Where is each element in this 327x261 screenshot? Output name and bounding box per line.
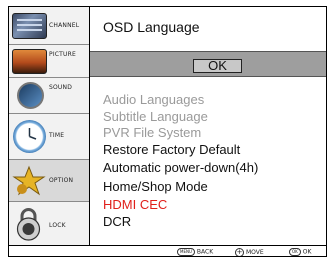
menu-item-dcr[interactable]: DCR (103, 214, 131, 229)
sidebar-item-channel[interactable]: CHANNEL (9, 7, 89, 45)
sound-icon (17, 82, 44, 109)
sidebar-item-label: CHANNEL (49, 22, 80, 29)
ok-button[interactable]: OK (193, 59, 242, 73)
sidebar-item-picture[interactable]: PICTURE (9, 45, 89, 78)
sidebar: CHANNEL PICTURE SOUND TIME OPTION LOCK (9, 7, 90, 245)
menu-item-hdmi-cec[interactable]: HDMI CEC (103, 197, 167, 212)
sidebar-item-label: PICTURE (49, 51, 76, 58)
sidebar-item-label: OPTION (49, 177, 74, 184)
sidebar-item-time[interactable]: TIME (9, 114, 89, 160)
dpad-icon: + (235, 248, 244, 256)
sidebar-item-sound[interactable]: SOUND (9, 78, 89, 114)
lock-icon (13, 206, 44, 241)
hint-ok: OK OK (289, 248, 311, 256)
ok-key-icon: OK (289, 248, 301, 256)
tv-osd-screen: CHANNEL PICTURE SOUND TIME OPTION LOCK O… (8, 6, 327, 257)
sidebar-item-option[interactable]: OPTION (9, 160, 89, 202)
sidebar-item-lock[interactable]: LOCK (9, 202, 89, 245)
sidebar-item-label: LOCK (49, 222, 66, 229)
menu-item-restore-factory-default[interactable]: Restore Factory Default (103, 142, 240, 157)
selection-row: OK (90, 51, 326, 77)
sidebar-item-label: SOUND (49, 84, 73, 91)
picture-icon (12, 49, 47, 74)
time-icon (13, 120, 46, 153)
channel-icon (12, 13, 47, 39)
hint-back: MENU BACK (177, 248, 213, 256)
option-icon (12, 165, 47, 197)
page-title: OSD Language (103, 19, 200, 35)
footer-hints: MENU BACK + MOVE OK OK (9, 245, 326, 256)
menu-item-subtitle-language[interactable]: Subtitle Language (103, 109, 208, 124)
menu-item-pvr-file-system[interactable]: PVR File System (103, 125, 201, 140)
menu-item-home-shop-mode[interactable]: Home/Shop Mode (103, 179, 208, 194)
header: OSD Language (90, 7, 326, 51)
hint-move: + MOVE (235, 248, 264, 256)
menu-item-audio-languages[interactable]: Audio Languages (103, 92, 204, 107)
menu-key-icon: MENU (177, 248, 195, 256)
sidebar-item-label: TIME (49, 132, 65, 139)
option-menu: Audio Languages Subtitle Language PVR Fi… (90, 77, 326, 245)
menu-item-automatic-power-down[interactable]: Automatic power-down(4h) (103, 160, 258, 175)
